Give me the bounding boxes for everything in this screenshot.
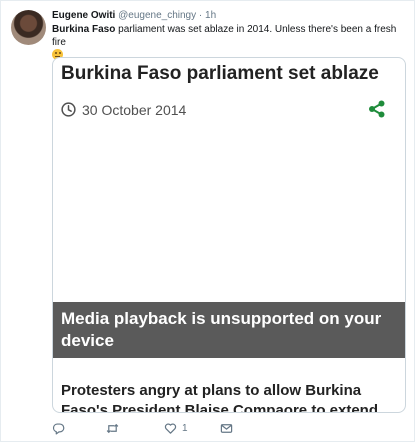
reply-icon xyxy=(52,423,65,435)
card-summary: Protesters angry at plans to allow Burki… xyxy=(61,382,378,413)
media-unsupported-banner: Media playback is unsupported on your de… xyxy=(53,302,405,358)
avatar[interactable] xyxy=(11,10,46,45)
heart-icon xyxy=(164,423,177,434)
tweet-timestamp[interactable]: 1h xyxy=(205,10,216,21)
link-card[interactable]: Burkina Faso parliament set ablaze 30 Oc… xyxy=(52,57,406,413)
tweet-header: Eugene Owiti @eugene_chingy · 1h xyxy=(52,9,412,22)
envelope-icon xyxy=(220,424,233,433)
share-icon[interactable] xyxy=(368,100,386,118)
card-title[interactable]: Burkina Faso parliament set ablaze xyxy=(61,62,401,86)
author-handle[interactable]: @eugene_chingy xyxy=(118,10,196,21)
author-name[interactable]: Eugene Owiti xyxy=(52,10,115,21)
like-count: 1 xyxy=(182,423,188,434)
card-date-row: 30 October 2014 xyxy=(61,101,361,119)
mention-link[interactable]: Burkina Faso xyxy=(52,24,115,35)
clock-icon xyxy=(61,102,76,117)
tweet[interactable]: Eugene Owiti @eugene_chingy · 1h Burkina… xyxy=(0,0,415,442)
media-unsupported-message: Media playback is unsupported on your de… xyxy=(61,309,382,350)
separator-dot: · xyxy=(198,10,203,21)
retweet-icon xyxy=(106,423,119,434)
card-date: 30 October 2014 xyxy=(82,102,187,118)
tweet-actions: 1 xyxy=(52,422,412,436)
